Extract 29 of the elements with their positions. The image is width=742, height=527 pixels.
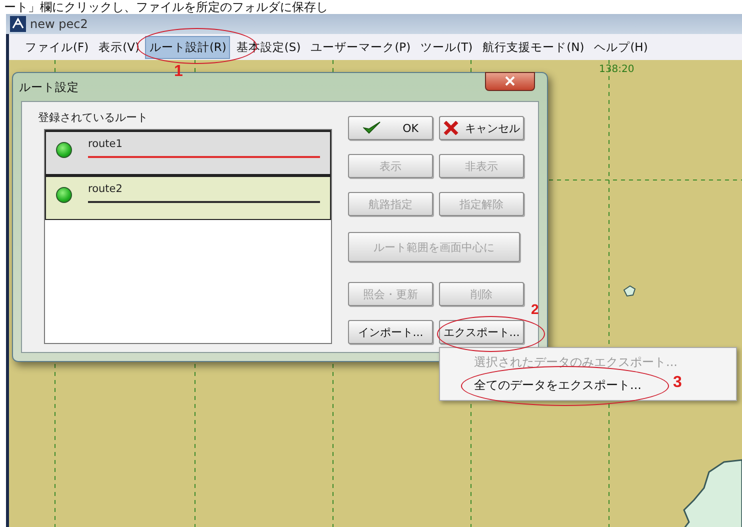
close-button[interactable] bbox=[485, 72, 535, 90]
route-row[interactable]: route2 bbox=[45, 176, 331, 220]
route-name: route1 bbox=[88, 138, 124, 150]
menu-item[interactable]: ヘルプ(H) bbox=[590, 36, 652, 58]
caption-text: ート」欄にクリックし、ファイルを所定のフォルダに保存し bbox=[4, 0, 328, 14]
menu-item[interactable]: ユーザーマーク(P) bbox=[306, 36, 415, 58]
dialog-button[interactable]: インポート... bbox=[348, 320, 433, 344]
menu-item[interactable]: ファイル(F) bbox=[21, 36, 93, 58]
annotation-number: 3 bbox=[673, 374, 682, 392]
dialog-button[interactable]: エクスポート... bbox=[439, 320, 524, 344]
window-title: new pec2 bbox=[30, 17, 88, 31]
annotation-number: 2 bbox=[531, 301, 539, 317]
route-row[interactable]: route1 bbox=[45, 130, 331, 176]
dialog-title: ルート設定 bbox=[19, 80, 79, 94]
menu-item[interactable]: 航行支援モード(N) bbox=[478, 36, 588, 58]
group-title: 登録されているルート bbox=[37, 110, 149, 125]
map-coordinate-label: 138:20 bbox=[599, 64, 634, 75]
app-icon bbox=[10, 16, 26, 32]
menu-item[interactable]: ツール(T) bbox=[416, 36, 477, 58]
check-icon bbox=[362, 121, 381, 135]
status-dot bbox=[56, 142, 72, 158]
cancel-button[interactable]: キャンセル bbox=[439, 116, 524, 140]
status-dot bbox=[56, 187, 72, 203]
route-name: route2 bbox=[88, 183, 124, 195]
context-menu-item[interactable]: 全てのデータをエクスポート... bbox=[474, 374, 642, 397]
close-icon bbox=[443, 121, 459, 135]
menu-item[interactable]: ルート設計(R) bbox=[145, 36, 230, 58]
ok-button[interactable]: OK bbox=[348, 116, 433, 140]
close-icon bbox=[505, 76, 515, 86]
